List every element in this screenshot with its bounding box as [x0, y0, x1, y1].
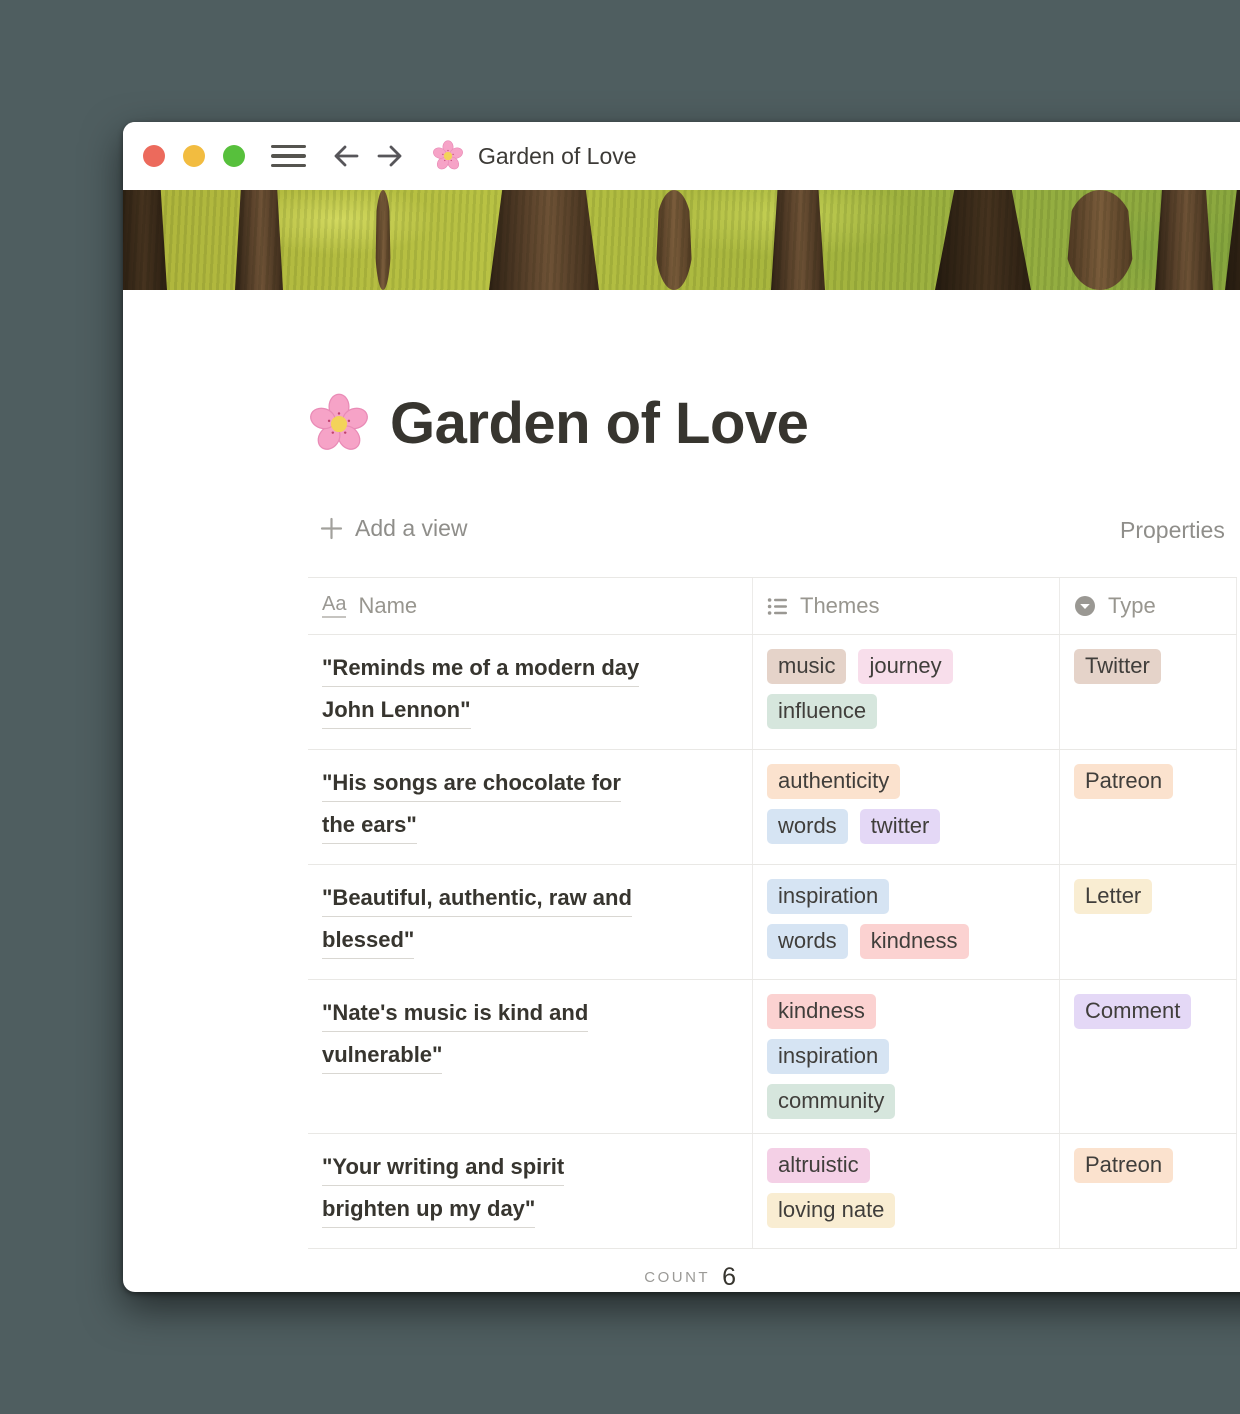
tag-pill: Twitter: [1074, 649, 1161, 684]
page-link[interactable]: "Nate's music is kind and: [322, 996, 588, 1032]
page-link[interactable]: blessed": [322, 923, 414, 959]
titlebar: Garden of Love: [123, 122, 1240, 190]
tag-pill: music: [767, 649, 846, 684]
table-row: "His songs are chocolate for the ears" aut…: [308, 749, 1237, 864]
page-icon-cherry-blossom[interactable]: [308, 393, 370, 455]
tag-pill: authenticity: [767, 764, 900, 799]
list-icon: [767, 596, 788, 617]
tag-line: influence: [767, 694, 1045, 729]
menu-icon[interactable]: [271, 145, 306, 167]
tag-pill: words: [767, 924, 848, 959]
forward-icon[interactable]: [374, 141, 406, 171]
tag-line: inspiration: [767, 1039, 1045, 1074]
close-button[interactable]: [143, 145, 165, 167]
tag-line: music journey: [767, 649, 1045, 684]
type-cell[interactable]: Comment: [1060, 980, 1237, 1133]
tag-pill: Patreon: [1074, 1148, 1173, 1183]
tag-pill: kindness: [767, 994, 876, 1029]
page-link[interactable]: "His songs are chocolate for: [322, 766, 621, 802]
tag-line: kindness: [767, 994, 1045, 1029]
tag-line: altruistic: [767, 1148, 1045, 1183]
count-value: 6: [722, 1263, 736, 1292]
count-aggregate[interactable]: COUNT 6: [308, 1249, 752, 1292]
cover-image: [123, 190, 1240, 290]
themes-cell[interactable]: inspiration words kindness: [752, 865, 1060, 979]
page-title[interactable]: Garden of Love: [390, 390, 808, 457]
table-footer: COUNT 6: [308, 1248, 1237, 1292]
page-link[interactable]: brighten up my day": [322, 1192, 535, 1228]
tag-pill: words: [767, 809, 848, 844]
title-icon: Aa: [322, 594, 346, 618]
column-header-type[interactable]: Type: [1060, 578, 1237, 634]
cherry-blossom-icon: [432, 140, 464, 172]
database-table: Aa Name Themes: [308, 577, 1237, 1292]
tag-pill: influence: [767, 694, 877, 729]
table-row: "Reminds me of a modern day John Lennon" m…: [308, 634, 1237, 749]
table-row: "Beautiful, authentic, raw and blessed" in…: [308, 864, 1237, 979]
zoom-button[interactable]: [223, 145, 245, 167]
column-header-themes[interactable]: Themes: [752, 578, 1060, 634]
themes-cell[interactable]: altruistic loving nate: [752, 1134, 1060, 1248]
tag-pill: Letter: [1074, 879, 1152, 914]
table-row: "Your writing and spirit brighten up my d…: [308, 1133, 1237, 1248]
column-header-name[interactable]: Aa Name: [308, 578, 752, 634]
page-link[interactable]: "Reminds me of a modern day: [322, 651, 639, 687]
page-link[interactable]: vulnerable": [322, 1038, 442, 1074]
tag-line: inspiration: [767, 879, 1045, 914]
table-body: "Reminds me of a modern day John Lennon" m…: [308, 634, 1237, 1248]
tag-line: authenticity: [767, 764, 1045, 799]
name-cell[interactable]: "His songs are chocolate for the ears": [308, 750, 752, 864]
tag-pill: kindness: [860, 924, 969, 959]
tag-pill: Comment: [1074, 994, 1191, 1029]
name-cell[interactable]: "Reminds me of a modern day John Lennon": [308, 635, 752, 749]
type-cell[interactable]: Twitter: [1060, 635, 1237, 749]
tag-pill: loving nate: [767, 1193, 895, 1228]
tag-pill: twitter: [860, 809, 941, 844]
tag-pill: community: [767, 1084, 895, 1119]
traffic-lights: [143, 145, 245, 167]
type-cell[interactable]: Patreon: [1060, 750, 1237, 864]
themes-cell[interactable]: kindness inspiration community: [752, 980, 1060, 1133]
table-header: Aa Name Themes: [308, 577, 1237, 634]
tag-pill: inspiration: [767, 1039, 889, 1074]
window-title: Garden of Love: [478, 143, 637, 170]
back-icon[interactable]: [330, 141, 362, 171]
page-link[interactable]: "Your writing and spirit: [322, 1150, 564, 1186]
page-link[interactable]: John Lennon": [322, 693, 471, 729]
name-cell[interactable]: "Beautiful, authentic, raw and blessed": [308, 865, 752, 979]
tag-pill: Patreon: [1074, 764, 1173, 799]
tag-pill: inspiration: [767, 879, 889, 914]
plus-icon: [320, 517, 343, 540]
name-cell[interactable]: "Nate's music is kind and vulnerable": [308, 980, 752, 1133]
tag-line: words kindness: [767, 924, 1045, 959]
type-cell[interactable]: Patreon: [1060, 1134, 1237, 1248]
add-view-button[interactable]: Add a view: [320, 515, 468, 542]
themes-cell[interactable]: authenticity words twitter: [752, 750, 1060, 864]
tag-line: loving nate: [767, 1193, 1045, 1228]
page-link[interactable]: "Beautiful, authentic, raw and: [322, 881, 632, 917]
tag-pill: journey: [858, 649, 952, 684]
themes-cell[interactable]: music journey influence: [752, 635, 1060, 749]
select-icon: [1074, 595, 1096, 617]
name-cell[interactable]: "Your writing and spirit brighten up my d…: [308, 1134, 752, 1248]
tag-pill: altruistic: [767, 1148, 870, 1183]
properties-button[interactable]: Properties: [1120, 517, 1225, 544]
tag-line: words twitter: [767, 809, 1045, 844]
tag-line: community: [767, 1084, 1045, 1119]
table-row: "Nate's music is kind and vulnerable" kind…: [308, 979, 1237, 1133]
page-link[interactable]: the ears": [322, 808, 417, 844]
page-header: Garden of Love: [308, 390, 1240, 457]
view-toolbar: Add a view Properties: [320, 515, 1240, 547]
type-cell[interactable]: Letter: [1060, 865, 1237, 979]
minimize-button[interactable]: [183, 145, 205, 167]
notion-window: Garden of Love: [123, 122, 1240, 1292]
count-label: COUNT: [644, 1269, 710, 1286]
